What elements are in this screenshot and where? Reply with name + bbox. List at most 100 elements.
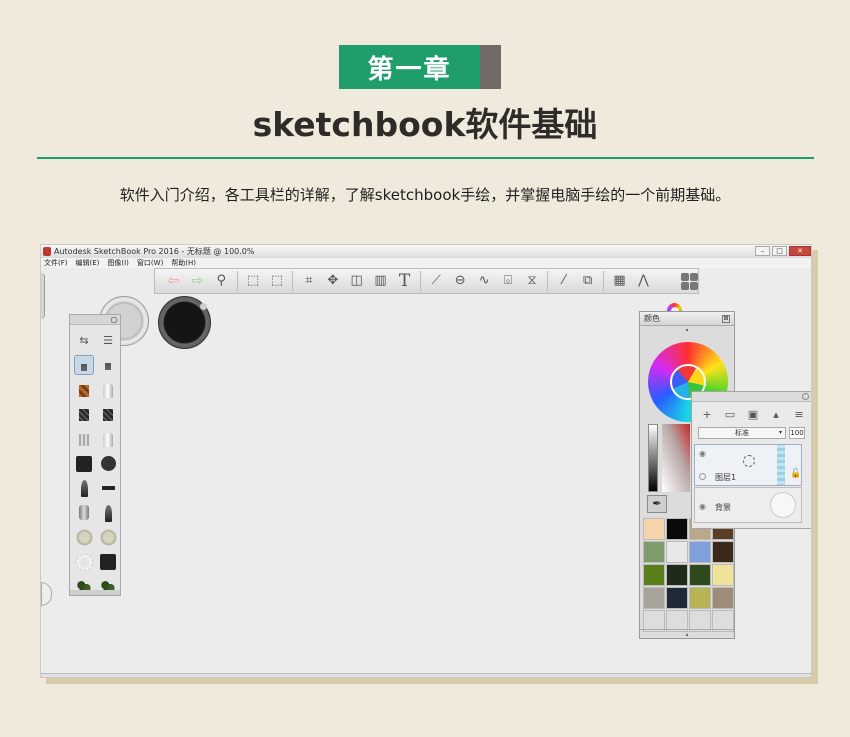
- image-icon[interactable]: ▣: [746, 408, 760, 422]
- brush-library-icon[interactable]: ▦: [611, 272, 628, 290]
- page-subtitle: 软件入门介绍，各工具栏的详解，了解sketchbook手绘，并掌握电脑手绘的一个…: [119, 186, 731, 204]
- lasso-select-icon[interactable]: ⬚: [269, 272, 286, 290]
- menu-help[interactable]: 帮助(H): [171, 258, 196, 268]
- close-button[interactable]: ✕: [789, 246, 811, 256]
- brush-pen[interactable]: [98, 355, 118, 376]
- blend-mode-select[interactable]: 标准 ▾: [698, 427, 786, 439]
- stroke-icon[interactable]: ⁄: [555, 272, 572, 290]
- color-swatch[interactable]: [643, 564, 665, 586]
- color-swatch[interactable]: [689, 541, 711, 563]
- brush-nib[interactable]: [98, 502, 118, 522]
- zoom-icon[interactable]: ⚲: [213, 272, 230, 290]
- layer-select-ring[interactable]: [699, 473, 706, 480]
- brush-eraser-hard[interactable]: [98, 551, 118, 571]
- color-swatch[interactable]: [666, 587, 688, 609]
- layer-row-layer1[interactable]: ◉ 图层1 🔓: [694, 444, 802, 486]
- window-controls: – □ ✕: [755, 246, 811, 256]
- visibility-eye-icon[interactable]: ◉: [699, 449, 706, 458]
- brush-texture-dark[interactable]: [74, 404, 94, 424]
- crop-icon[interactable]: ⌗: [300, 272, 317, 290]
- perspective-icon[interactable]: ⌺: [500, 272, 517, 290]
- toolbar-separator: [236, 271, 238, 291]
- select-icon[interactable]: ⬚: [245, 272, 262, 290]
- lagoon-handle[interactable]: [41, 273, 45, 319]
- layers-grid-icon[interactable]: [680, 272, 698, 290]
- brush-eraser-soft[interactable]: [74, 551, 94, 571]
- color-swatch[interactable]: [643, 541, 665, 563]
- color-swatch[interactable]: [712, 541, 734, 563]
- brush-texture-orange[interactable]: [74, 380, 94, 400]
- swap-icon[interactable]: ⇆: [74, 331, 94, 351]
- brush-sponge-2[interactable]: [98, 526, 118, 547]
- brush-marker[interactable]: [98, 380, 118, 400]
- color-swatch[interactable]: [666, 541, 688, 563]
- move-icon[interactable]: ✥: [324, 272, 341, 290]
- title-divider: [37, 157, 814, 159]
- brush-flat[interactable]: [98, 477, 118, 497]
- close-icon[interactable]: [802, 393, 809, 400]
- saturation-box[interactable]: [662, 424, 690, 492]
- lock-icon[interactable]: ▴: [769, 408, 783, 422]
- add-layer-icon[interactable]: +: [700, 408, 714, 422]
- opacity-field[interactable]: 100: [789, 427, 805, 439]
- blend-mode-value: 标准: [735, 429, 749, 437]
- color-swatch[interactable]: [689, 587, 711, 609]
- side-tab[interactable]: [41, 582, 52, 606]
- copy-icon[interactable]: ⧉: [579, 272, 596, 290]
- brush-bottle[interactable]: [74, 502, 94, 522]
- color-swatch[interactable]: [666, 518, 688, 540]
- layer-lock-icon[interactable]: 🔓: [790, 469, 801, 479]
- color-swatch[interactable]: [643, 518, 665, 540]
- collapse-down-icon[interactable]: ▴: [640, 629, 734, 638]
- eyedropper-icon[interactable]: ✒: [647, 495, 667, 513]
- menu-edit[interactable]: 编辑(E): [76, 258, 100, 268]
- marquee-icon: [743, 455, 755, 467]
- toolbar-separator: [292, 271, 294, 291]
- layer-name: 背景: [715, 503, 731, 512]
- color-swatch[interactable]: [712, 564, 734, 586]
- color-swatch[interactable]: [689, 564, 711, 586]
- menu-window[interactable]: 窗口(W): [137, 258, 163, 268]
- layer-row-background[interactable]: ◉ 背景: [694, 487, 802, 523]
- folder-icon[interactable]: ▭: [723, 408, 737, 422]
- redo-icon[interactable]: ⇨: [189, 272, 206, 290]
- color-swatch[interactable]: [643, 587, 665, 609]
- french-curve-icon[interactable]: ∿: [476, 272, 493, 290]
- menu-image[interactable]: 图像(I): [107, 258, 129, 268]
- background-thumbnail[interactable]: [770, 492, 796, 518]
- brush-block[interactable]: [74, 453, 94, 473]
- symmetry-icon[interactable]: ⧖: [524, 272, 541, 290]
- undo-icon[interactable]: ⇦: [165, 272, 182, 290]
- close-icon[interactable]: ⊠: [722, 315, 730, 323]
- chapter-label: 第一章: [339, 45, 480, 89]
- layer-menu-icon[interactable]: ≡: [792, 408, 806, 422]
- ruler-icon[interactable]: ⟋: [428, 272, 445, 290]
- menu-file[interactable]: 文件(F): [44, 258, 68, 268]
- brush-chisel[interactable]: [98, 429, 118, 449]
- brush-texture-gray[interactable]: [74, 429, 94, 449]
- brushes-icon[interactable]: ⋀: [635, 272, 652, 290]
- text-icon[interactable]: T: [396, 272, 413, 290]
- brush-texture-dark-2[interactable]: [98, 404, 118, 424]
- fill-icon[interactable]: ▥: [372, 272, 389, 290]
- layer-toolbar: + ▭ ▣ ▴ ≡: [692, 402, 811, 424]
- ellipse-icon[interactable]: ⊖: [452, 272, 469, 290]
- collapse-up-icon[interactable]: ▾: [640, 326, 734, 335]
- visibility-eye-icon[interactable]: ◉: [699, 502, 706, 511]
- palette-menu-icon[interactable]: ☰: [98, 331, 118, 351]
- color-puck[interactable]: [158, 296, 211, 349]
- brush-ink[interactable]: [74, 477, 94, 498]
- brush-airbrush[interactable]: [98, 453, 118, 473]
- brush-sponge[interactable]: [74, 526, 94, 547]
- color-swatch[interactable]: [712, 587, 734, 609]
- brush-pencil-selected[interactable]: [74, 355, 94, 377]
- chapter-badge: 第一章: [339, 45, 501, 89]
- color-swatch[interactable]: [666, 564, 688, 586]
- close-icon[interactable]: [111, 317, 117, 323]
- brightness-slider[interactable]: [648, 424, 658, 492]
- minimize-button[interactable]: –: [755, 246, 770, 256]
- color-panel-title: 颜色: [644, 314, 660, 323]
- color-puck-nub: [200, 303, 207, 310]
- maximize-button[interactable]: □: [772, 246, 787, 256]
- distort-icon[interactable]: ◫: [348, 272, 365, 290]
